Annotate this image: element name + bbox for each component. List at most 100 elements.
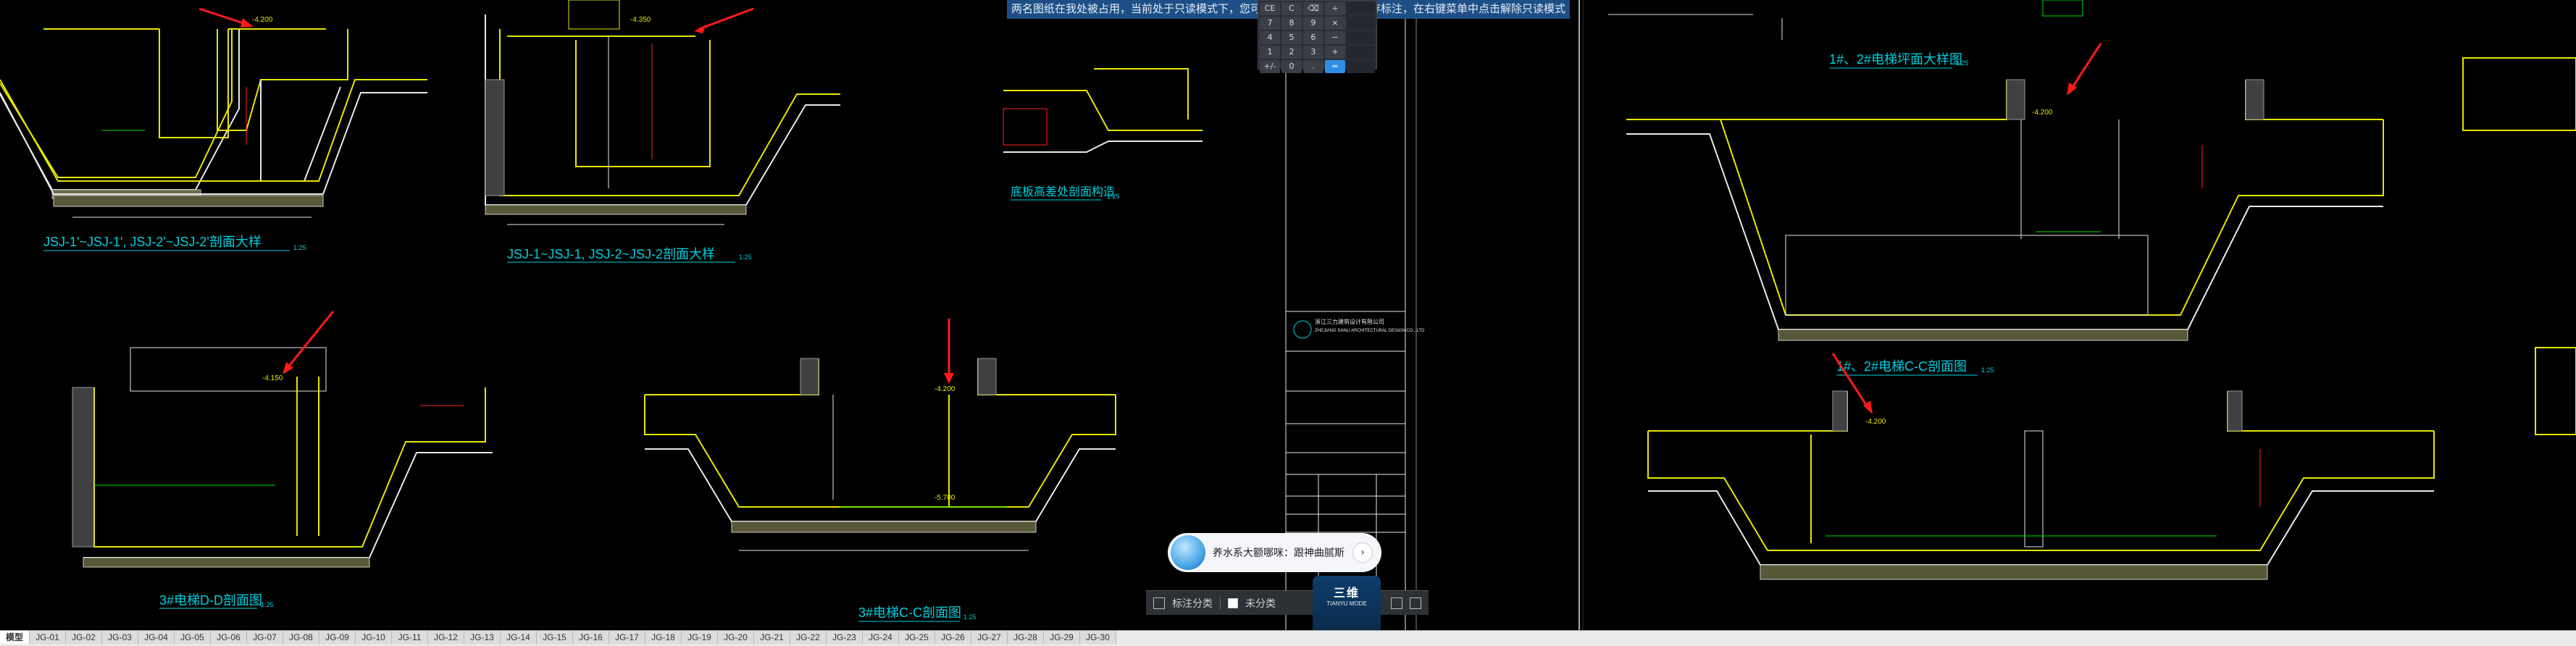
calc-key-decimal[interactable]: . [1302, 60, 1323, 73]
title-12-plan: 1#、2#电梯坪面大样图 [1829, 52, 1962, 67]
scale-jsj1: 1:25 [739, 253, 752, 261]
tab-jg-17[interactable]: JG-17 [609, 631, 646, 644]
paste-icon[interactable] [1410, 597, 1421, 609]
tab-jg-20[interactable]: JG-20 [718, 631, 755, 644]
section-jsj1-prime [0, 28, 348, 199]
calc-key-3[interactable]: 3 [1302, 46, 1323, 59]
app-logo-badge[interactable]: 三维 TIANYU MODE [1313, 576, 1381, 634]
calc-key-6[interactable]: 6 [1302, 31, 1323, 44]
tab-jg-12[interactable]: JG-12 [428, 631, 465, 644]
calc-key-plus[interactable]: + [1324, 46, 1345, 59]
uncategorized-checkbox[interactable] [1228, 597, 1238, 608]
red-arrow-5 [2069, 43, 2102, 91]
calc-key-negate[interactable]: +/- [1260, 60, 1280, 73]
section-step-detail [1003, 68, 1203, 153]
tab-jg-25[interactable]: JG-25 [899, 631, 936, 644]
calc-key-equals[interactable]: = [1324, 60, 1345, 73]
calc-key-5[interactable]: 5 [1281, 31, 1302, 44]
annotation-toolbar: 标注分类 未分类 [1146, 590, 1429, 615]
calculator-panel: CE C ⌫ ÷ 7 8 9 × 4 5 6 − 1 2 3 + +/- 0 .… [1258, 0, 1377, 73]
level-g: -4.200 [1865, 418, 1886, 426]
title-jsj1-prime: JSJ-1'~JSJ-1', JSJ-2'~JSJ-2'剖面大样 [43, 235, 262, 249]
logo-main-text: 三维 [1333, 587, 1360, 600]
assistant-message: 养水系大额哪咪：跟神曲腻斯 [1213, 547, 1345, 558]
grid-icon[interactable] [1153, 597, 1165, 609]
tab-jg-11[interactable]: JG-11 [392, 631, 429, 644]
tab-jg-08[interactable]: JG-08 [283, 631, 320, 644]
tab-jg-24[interactable]: JG-24 [863, 631, 900, 644]
level-e: -5.700 [934, 494, 955, 502]
title-3-dd: 3#电梯D-D剖面图 [159, 593, 262, 608]
scale-3-dd: 1:25 [261, 601, 274, 608]
assistant-bubble[interactable]: 养水系大额哪咪：跟神曲腻斯 › [1168, 533, 1381, 572]
tab-jg-02[interactable]: JG-02 [66, 631, 103, 644]
level-b: -4.350 [630, 16, 651, 24]
tab-jg-01[interactable]: JG-01 [30, 631, 67, 644]
tab-jg-13[interactable]: JG-13 [464, 631, 501, 644]
tab-model[interactable]: 模型 [0, 631, 30, 644]
title-3-cc: 3#电梯C-C剖面图 [858, 605, 961, 620]
tab-jg-06[interactable]: JG-06 [211, 631, 248, 644]
company-name-en: ZHEJIANG SANLI ARCHITECTURAL DESIGN CO.,… [1315, 329, 1425, 333]
section-jsj1 [485, 0, 840, 225]
calc-key-2[interactable]: 2 [1281, 46, 1302, 59]
tab-jg-14[interactable]: JG-14 [501, 631, 538, 644]
uncategorized-label[interactable]: 未分类 [1245, 596, 1276, 611]
scale-jsj1-prime: 1:25 [293, 244, 306, 251]
tab-jg-18[interactable]: JG-18 [645, 631, 682, 644]
tab-jg-29[interactable]: JG-29 [1044, 631, 1081, 644]
calc-key-c[interactable]: C [1281, 2, 1302, 15]
company-name-cn: 浙江三力建筑设计有限公司 [1315, 318, 1384, 325]
tab-jg-30[interactable]: JG-30 [1080, 631, 1117, 644]
tab-jg-10[interactable]: JG-10 [356, 631, 393, 644]
section-3-cc [644, 358, 1116, 551]
calc-key-8[interactable]: 8 [1281, 17, 1302, 30]
tab-jg-21[interactable]: JG-21 [754, 631, 791, 644]
calc-key-minus[interactable]: − [1324, 31, 1345, 44]
section-12-cc [1647, 347, 2576, 580]
readonly-notice-text: 两名图纸在我处被占用，当前处于只读模式下，您可以继续 [1011, 3, 1295, 15]
calc-key-0[interactable]: 0 [1281, 60, 1302, 73]
calc-key-multiply[interactable]: × [1324, 17, 1345, 30]
assistant-avatar [1171, 535, 1205, 570]
scale-3-cc: 1:25 [963, 613, 977, 621]
calc-key-4[interactable]: 4 [1260, 31, 1280, 44]
tab-jg-09[interactable]: JG-09 [319, 631, 356, 644]
title-step-detail: 底板高差处剖面构造 [1011, 185, 1115, 198]
annotation-classify-label[interactable]: 标注分类 [1172, 596, 1213, 611]
level-c: -4.150 [262, 374, 283, 382]
tab-jg-16[interactable]: JG-16 [573, 631, 610, 644]
calc-key-ce[interactable]: CE [1260, 2, 1280, 15]
calc-key-1[interactable]: 1 [1260, 46, 1280, 59]
tab-jg-28[interactable]: JG-28 [1008, 631, 1045, 644]
level-f: -4.200 [2032, 109, 2053, 117]
calc-key-divide[interactable]: ÷ [1324, 2, 1345, 15]
red-arrow-2 [698, 7, 754, 30]
tab-jg-04[interactable]: JG-04 [138, 631, 175, 644]
section-12-plan-trough [1626, 57, 2576, 341]
right-top-fragment [1608, 0, 2083, 40]
tab-jg-19[interactable]: JG-19 [682, 631, 719, 644]
scale-12-cc: 1:25 [1981, 366, 1994, 374]
title-jsj1: JSJ-1~JSJ-1, JSJ-2~JSJ-2剖面大样 [507, 247, 715, 261]
title-12-cc: 1#、2#电梯C-C剖面图 [1836, 359, 1967, 374]
scale-12-plan: 1:25 [1956, 59, 1969, 67]
tab-jg-22[interactable]: JG-22 [790, 631, 827, 644]
calc-key-9[interactable]: 9 [1302, 17, 1323, 30]
sheet-tab-bar: 模型 JG-01 JG-02 JG-03 JG-04 JG-05 JG-06 J… [0, 630, 2576, 646]
tab-jg-23[interactable]: JG-23 [827, 631, 863, 644]
tab-jg-07[interactable]: JG-07 [247, 631, 284, 644]
scale-step-detail: 1:25 [1107, 193, 1120, 200]
tab-jg-05[interactable]: JG-05 [175, 631, 212, 644]
logo-sub-text: TIANYU MODE [1326, 600, 1367, 607]
copy-icon[interactable] [1391, 597, 1402, 609]
tab-jg-03[interactable]: JG-03 [102, 631, 139, 644]
level-d: -4.200 [934, 385, 955, 393]
level-a: -4.200 [252, 16, 273, 24]
tab-jg-26[interactable]: JG-26 [935, 631, 972, 644]
tab-jg-15[interactable]: JG-15 [537, 631, 574, 644]
tab-jg-27[interactable]: JG-27 [971, 631, 1008, 644]
chevron-right-icon[interactable]: › [1352, 542, 1373, 563]
calc-key-7[interactable]: 7 [1260, 17, 1280, 30]
calc-key-backspace[interactable]: ⌫ [1302, 2, 1323, 15]
